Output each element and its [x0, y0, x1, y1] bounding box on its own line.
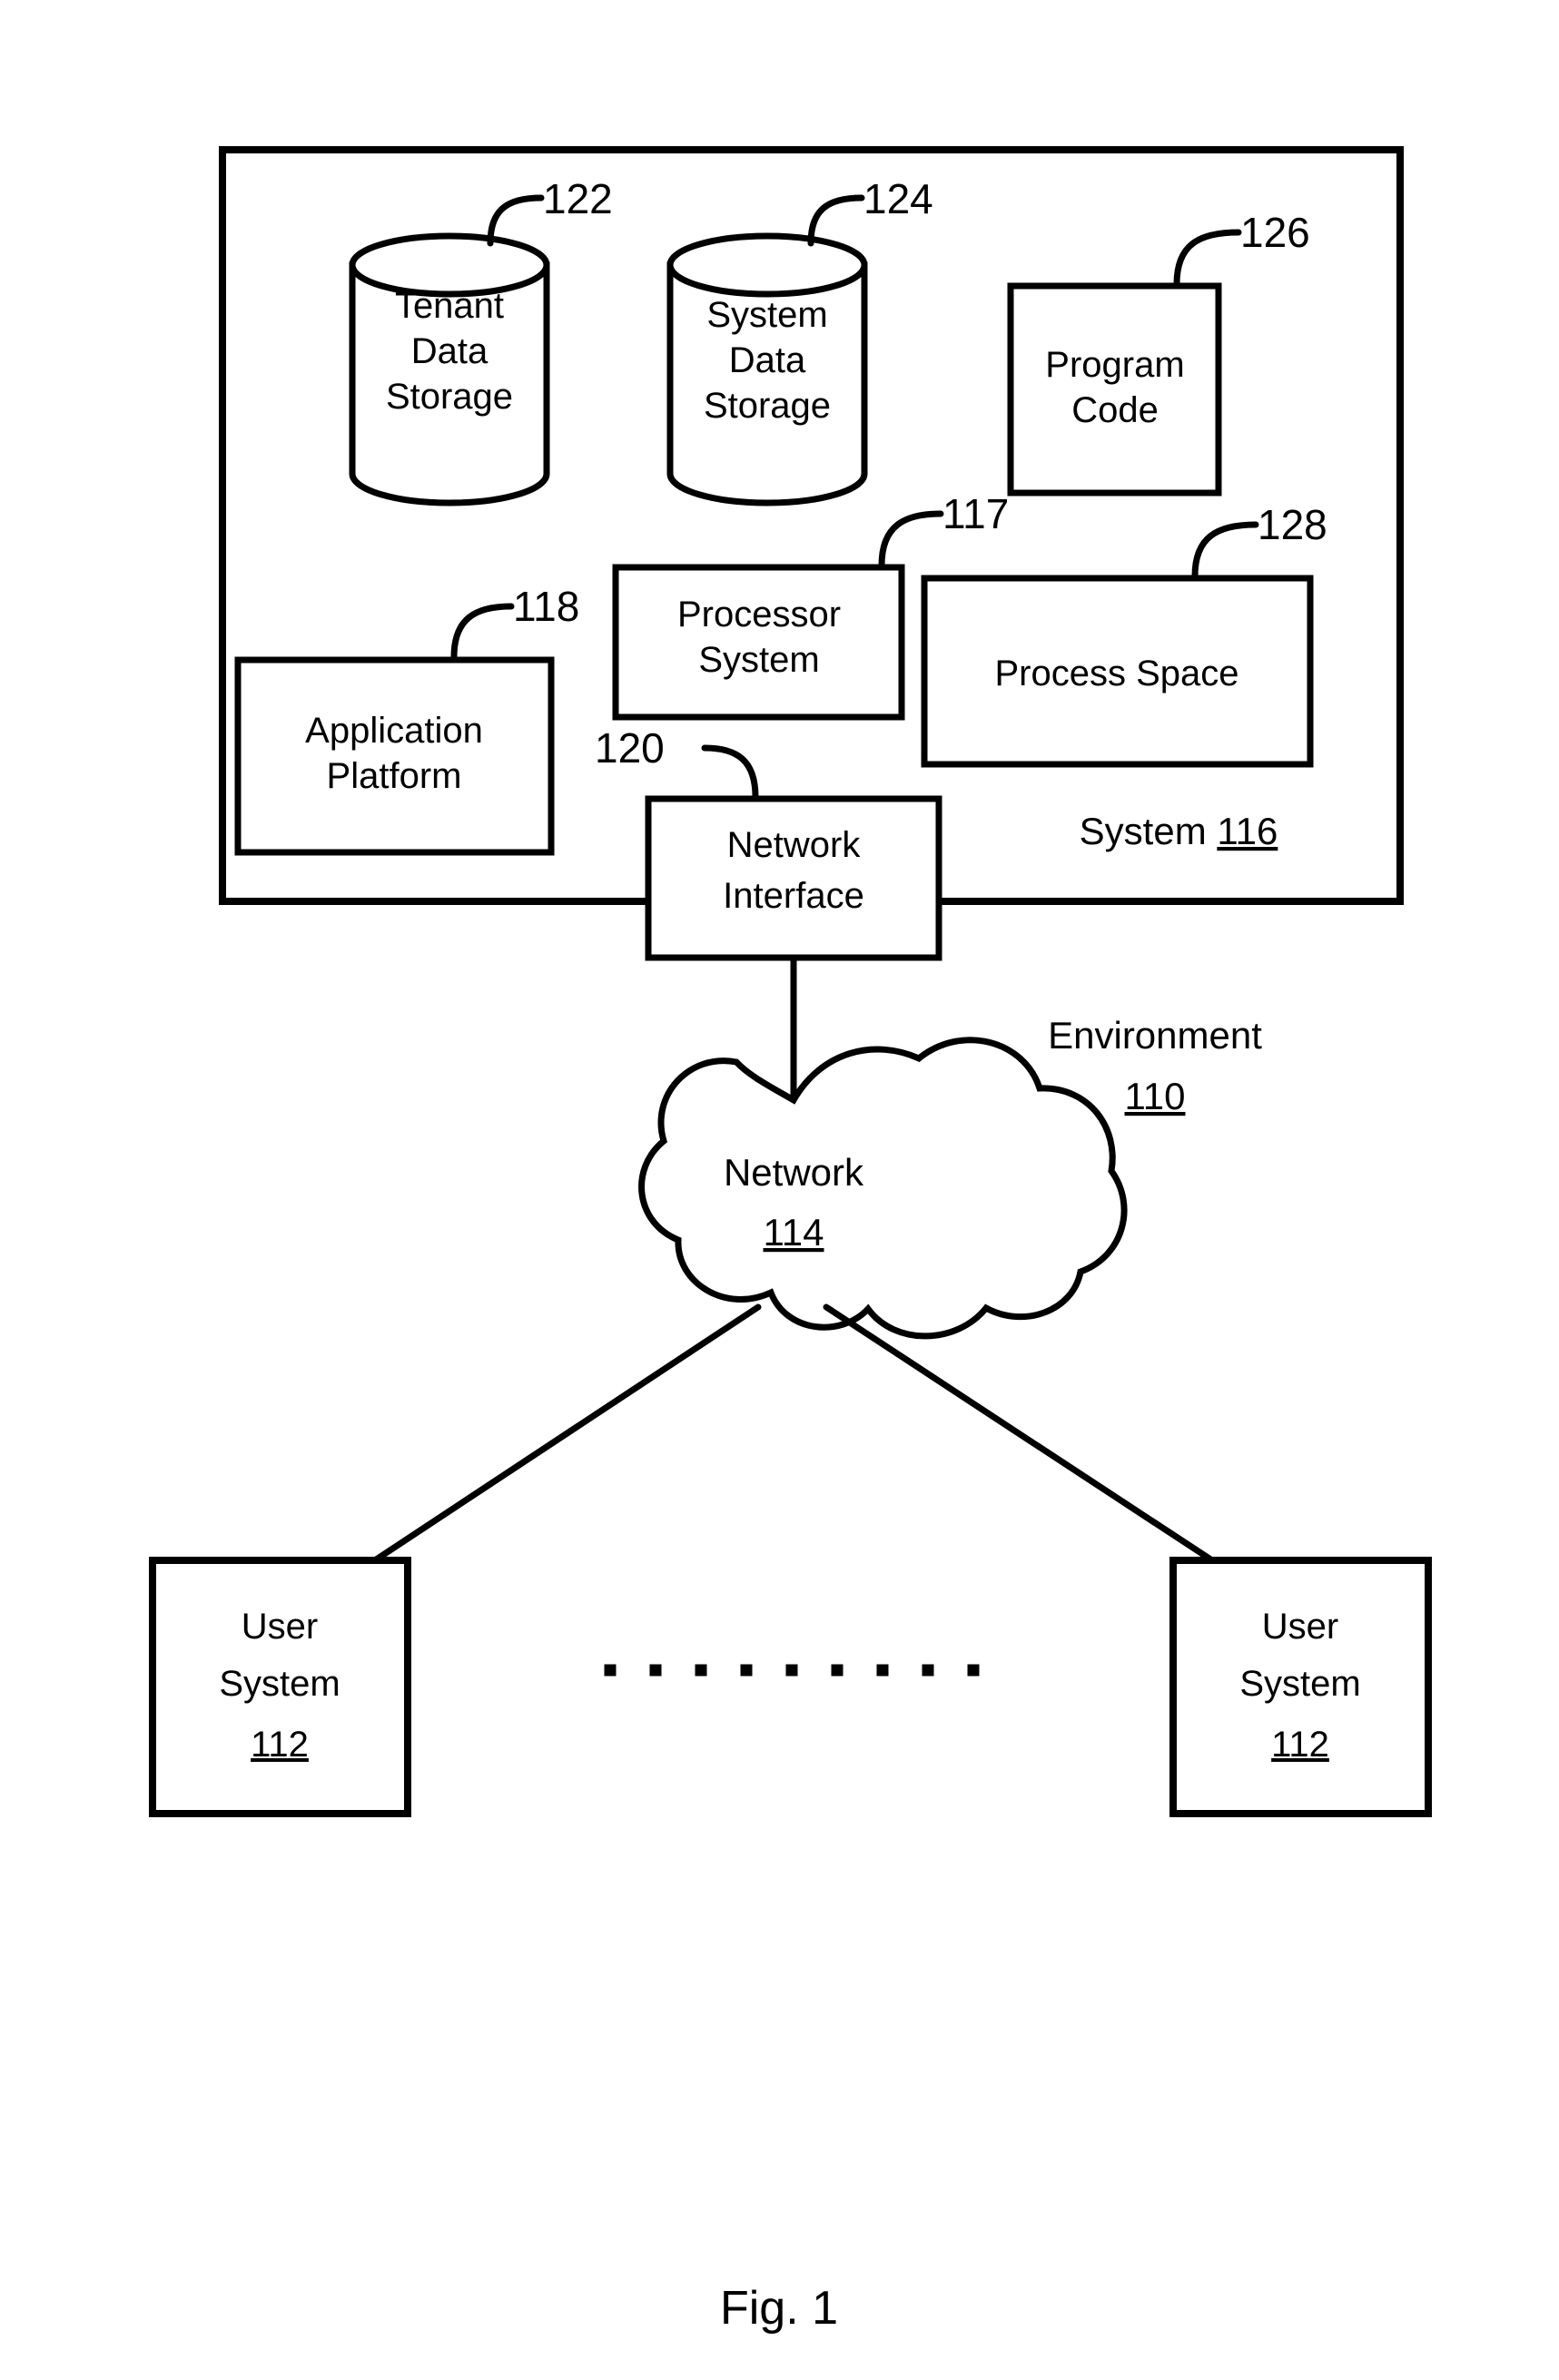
- system-storage-line-2: Data: [729, 340, 806, 380]
- program-code-line-2: Code: [1071, 390, 1159, 430]
- ref-117: 117: [942, 490, 1009, 537]
- program-code-line-1: Program: [1045, 345, 1184, 385]
- user-system-right-ref: 112: [1271, 1725, 1329, 1765]
- environment-label-text: Environment: [1048, 1014, 1262, 1057]
- network-interface-line-2: Interface: [723, 876, 864, 916]
- ellipsis-dots: [604, 1664, 980, 1677]
- system-storage-line-3: Storage: [704, 386, 831, 426]
- ellipsis-dot: [695, 1664, 707, 1677]
- figure-caption: Fig. 1: [720, 2282, 838, 2335]
- tenant-storage-line-3: Storage: [386, 377, 513, 417]
- ellipsis-dot: [922, 1664, 934, 1677]
- user-system-right-line-2: System: [1239, 1664, 1360, 1704]
- ref-124: 124: [863, 175, 933, 222]
- network-cloud-shape: [638, 1037, 1128, 1340]
- user-system-right-line-1: User: [1262, 1607, 1338, 1647]
- diagram-canvas: Tenant Data Storage 122 System Data Stor…: [149, 146, 1432, 2335]
- ref-122: 122: [543, 175, 613, 222]
- ellipsis-dot: [649, 1664, 662, 1677]
- ellipsis-dot: [831, 1664, 844, 1677]
- system-storage-line-1: System: [706, 295, 827, 335]
- user-system-left-line-1: User: [242, 1607, 318, 1647]
- system-116-label-text: System: [1080, 810, 1207, 852]
- network-cloud-node: [638, 1037, 1128, 1340]
- ref-126: 126: [1240, 209, 1310, 256]
- network-cloud-label-ref: 114: [764, 1211, 824, 1254]
- system-116-label-ref: 116: [1217, 810, 1278, 852]
- ellipsis-dot: [785, 1664, 798, 1677]
- application-platform-line-2: Platform: [327, 756, 462, 796]
- ref-118: 118: [513, 583, 579, 630]
- user-system-left-ref: 112: [251, 1725, 309, 1765]
- system-116-label: System 116: [1080, 810, 1278, 852]
- ref-128: 128: [1258, 501, 1327, 548]
- user-system-left-line-2: System: [219, 1664, 340, 1704]
- ref-120: 120: [595, 724, 665, 772]
- application-platform-line-1: Application: [305, 711, 483, 751]
- ellipsis-dot: [604, 1664, 617, 1677]
- network-cloud-label-text: Network: [724, 1151, 864, 1194]
- ellipsis-dot: [967, 1664, 980, 1677]
- system-cylinder-top: [666, 232, 868, 298]
- processor-system-line-2: System: [698, 640, 819, 680]
- ellipsis-dot: [740, 1664, 753, 1677]
- processor-system-line-1: Processor: [677, 595, 841, 634]
- tenant-storage-line-2: Data: [411, 331, 488, 371]
- environment-label-ref: 110: [1125, 1075, 1186, 1117]
- network-interface-line-1: Network: [727, 825, 862, 865]
- figure-page: Tenant Data Storage 122 System Data Stor…: [0, 0, 1559, 2380]
- connector-network-to-user-right: [823, 1303, 1248, 1585]
- ellipsis-dot: [876, 1664, 889, 1677]
- program-code-box: [1007, 282, 1222, 497]
- connector-network-to-user-left: [340, 1303, 762, 1585]
- tenant-storage-line-1: Tenant: [395, 286, 504, 326]
- process-space-line-1: Process Space: [994, 654, 1238, 693]
